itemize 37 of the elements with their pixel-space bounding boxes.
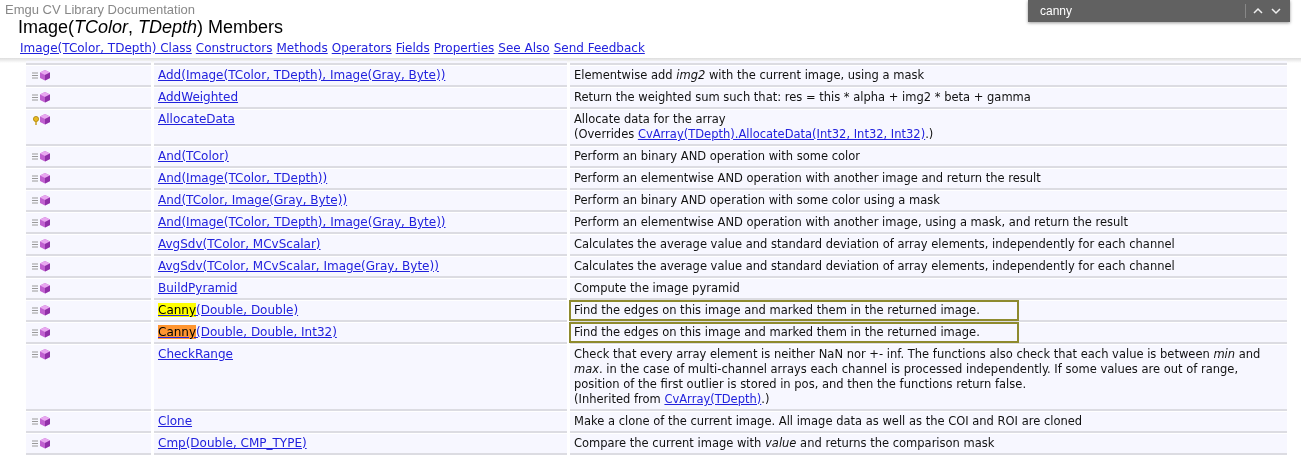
member-link[interactable]: CheckRange [158, 347, 233, 361]
chevron-down-icon[interactable] [1270, 5, 1282, 17]
member-description: Compute the image pyramid [574, 281, 741, 296]
member-link[interactable]: And(TColor) [158, 149, 229, 163]
member-description: Perform an binary AND operation with some color using a mask [574, 193, 941, 208]
nav-link[interactable]: Send Feedback [553, 41, 645, 55]
member-link[interactable]: AllocateData [158, 112, 235, 126]
member-description: Allocate data for the array [574, 112, 727, 127]
library-name: Emgu CV Library Documentation [5, 2, 196, 17]
base-class-link[interactable]: CvArray(TDepth).AllocateData(Int32, Int32, Int32) [637, 127, 926, 141]
member-description: Perform an binary AND operation with some color [574, 149, 861, 164]
member-description: Return the weighted sum such that: res = this * alpha + img2 * beta + gamma [574, 90, 1032, 105]
member-description: Calculates the average value and standard deviation of array elements, independently for each channel [574, 259, 1176, 274]
member-description: Find the edges on this image and marked them in the returned image. [574, 325, 981, 340]
find-field[interactable]: canny [1036, 2, 1239, 20]
member-description: Check that every array element is neither NaN nor +- inf. The functions also check that each value is between min and max. in the case of multi-channel arrays each channel is processed independently. If some values are out of range, position of the first outlier is stored in pos, and then the functions return false. [574, 347, 1262, 392]
nav-link[interactable]: Constructors [195, 41, 273, 55]
nav-link[interactable]: Image(TColor, TDepth) Class [20, 41, 192, 55]
member-description: Perform an elementwise AND operation with another image and return the result [574, 171, 1042, 186]
member-description: Perform an elementwise AND operation with another image, using a mask, and return the result [574, 215, 1129, 230]
member-description: Calculates the average value and standard deviation of array elements, independently for each channel [574, 237, 1176, 252]
member-description: Make a clone of the current image. All image data as well as the COI and ROI are cloned [574, 414, 1084, 429]
nav-link[interactable]: Properties [433, 41, 495, 55]
nav-link[interactable]: See Also [498, 41, 550, 55]
member-description: Find the edges on this image and marked them in the returned image. [574, 303, 981, 318]
inherit-note: (Overrides CvArray(TDepth).AllocateData(Int32, Int32, Int32).) [574, 127, 935, 142]
member-link[interactable]: AddWeighted [158, 90, 239, 104]
member-link[interactable]: Clone [158, 414, 193, 428]
member-description: Elementwise add img2 with the current image, using a mask [574, 68, 926, 83]
nav-link[interactable]: Operators [331, 41, 392, 55]
inherit-note: (Inherited from CvArray(TDepth).) [574, 392, 771, 407]
member-description: Compare the current image with value and returns the comparison mask [574, 436, 996, 451]
base-class-link[interactable]: CvArray(TDepth) [664, 392, 762, 406]
nav-link[interactable]: Fields [395, 41, 430, 55]
member-link[interactable]: BuildPyramid [158, 281, 238, 295]
page-title: Image(TColor, TDepth) Members [18, 17, 285, 38]
nav-link[interactable]: Methods [276, 41, 328, 55]
